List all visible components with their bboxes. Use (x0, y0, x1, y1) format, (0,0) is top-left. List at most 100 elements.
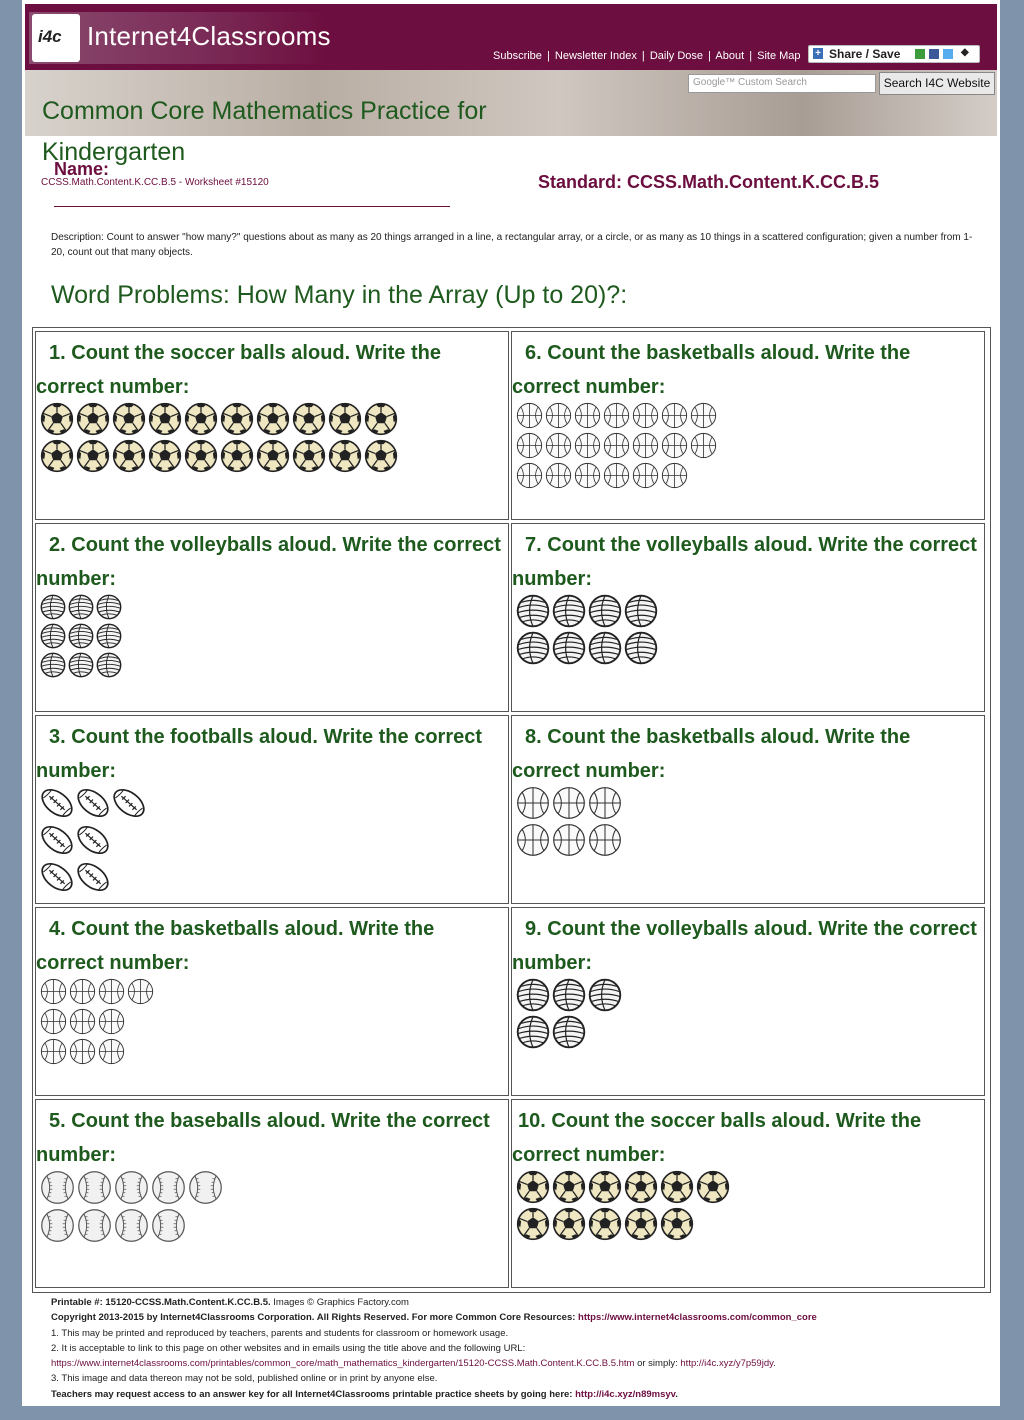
nav-link-subscribe[interactable]: Subscribe (493, 50, 542, 62)
ball-row (40, 1208, 225, 1246)
ball-row (40, 623, 124, 652)
basketball-ball-icon (603, 432, 630, 459)
ball-array (516, 978, 624, 1052)
basketball-ball-icon (603, 402, 630, 429)
soccer-ball-icon (624, 1170, 658, 1204)
volleyball-ball-icon (40, 594, 66, 620)
short-url-link[interactable]: http://i4c.xyz/y7p59jdy (680, 1358, 773, 1369)
basketball-ball-icon (516, 402, 543, 429)
footer-note-3: 3. This image and data thereon may not b… (51, 1373, 438, 1385)
i4c-logo-icon: i4c (32, 14, 80, 62)
nav-separator: | (546, 50, 550, 62)
soccer-ball-icon (256, 439, 290, 473)
soccer-ball-icon (184, 439, 218, 473)
soccer-ball-icon (40, 439, 74, 473)
basketball-ball-icon (574, 462, 601, 489)
volleyball-ball-icon (96, 594, 122, 620)
ball-array (516, 594, 660, 668)
nav-separator: | (708, 50, 711, 62)
nav-link-about[interactable]: About (715, 50, 744, 62)
ball-row (40, 439, 400, 476)
ball-array (40, 786, 148, 897)
ball-row (516, 462, 719, 492)
football-ball-icon (41, 825, 73, 855)
question-cell-7: 7. Count the volleyballs aloud. Write th… (511, 523, 985, 712)
nav-separator: | (641, 50, 645, 62)
page-url-link[interactable]: https://www.internet4classrooms.com/prin… (51, 1358, 634, 1369)
soccer-ball-icon (552, 1207, 586, 1241)
search-input[interactable]: Google™ Custom Search (688, 74, 876, 93)
common-core-link[interactable]: https://www.internet4classrooms.com/comm… (578, 1312, 817, 1323)
nav-link-newsletter-index[interactable]: Newsletter Index (555, 50, 637, 62)
basketball-ball-icon (69, 1038, 96, 1065)
soccer-ball-icon (588, 1207, 622, 1241)
ball-row (40, 786, 148, 823)
volleyball-ball-icon (516, 978, 550, 1012)
ball-row (516, 402, 719, 432)
basketball-ball-icon (545, 462, 572, 489)
nav-link-daily-dose[interactable]: Daily Dose (650, 50, 703, 62)
basketball-ball-icon (661, 432, 688, 459)
football-ball-icon (41, 788, 73, 818)
answer-key-link[interactable]: http://i4c.xyz/n89msyv (575, 1389, 675, 1400)
volleyball-ball-icon (516, 594, 550, 628)
basketball-ball-icon (516, 432, 543, 459)
soccer-ball-icon (184, 402, 218, 436)
volleyball-ball-icon (552, 594, 586, 628)
question-text: 2. Count the volleyballs aloud. Write th… (36, 534, 501, 590)
share-save-button[interactable]: + Share / Save ◆ (808, 45, 980, 63)
ball-row (516, 823, 624, 860)
worksheet-code: CCSS.Math.Content.K.CC.B.5 - Worksheet #… (41, 177, 269, 188)
share-dropdown-icon: ◆ (961, 47, 969, 58)
ball-array (516, 1170, 732, 1244)
basketball-ball-icon (574, 432, 601, 459)
search-button[interactable]: Search I4C Website (879, 72, 995, 95)
baseball-ball-icon (115, 1171, 148, 1204)
ball-row (40, 1170, 225, 1208)
question-cell-4: 4. Count the basketballs aloud. Write th… (35, 907, 509, 1096)
volleyball-ball-icon (552, 631, 586, 665)
logo-mark-text: i4c (38, 27, 62, 46)
question-text: 7. Count the volleyballs aloud. Write th… (512, 534, 977, 590)
basketball-ball-icon (632, 432, 659, 459)
question-cell-1: 1. Count the soccer balls aloud. Write t… (35, 331, 509, 520)
ball-array (40, 1170, 225, 1246)
site-header: i4c Internet4Classrooms Subscribe | News… (25, 4, 997, 70)
soccer-ball-icon (660, 1207, 694, 1241)
volleyball-ball-icon (40, 652, 66, 678)
basketball-ball-icon (40, 1008, 67, 1035)
soccer-ball-icon (328, 402, 362, 436)
basketball-ball-icon (40, 1038, 67, 1065)
volleyball-ball-icon (588, 594, 622, 628)
question-text: 5. Count the baseballs aloud. Write the … (36, 1110, 490, 1166)
question-text: 9. Count the volleyballs aloud. Write th… (512, 918, 977, 974)
basketball-ball-icon (603, 462, 630, 489)
question-cell-9: 9. Count the volleyballs aloud. Write th… (511, 907, 985, 1096)
question-cell-3: 3. Count the footballs aloud. Write the … (35, 715, 509, 904)
question-cell-6: 6. Count the basketballs aloud. Write th… (511, 331, 985, 520)
football-ball-icon (113, 788, 145, 818)
football-ball-icon (77, 862, 109, 892)
soccer-ball-icon (588, 1170, 622, 1204)
basketball-ball-icon (632, 462, 659, 489)
volleyball-ball-icon (516, 1015, 550, 1049)
nav-link-site-map[interactable]: Site Map (757, 50, 800, 62)
ball-array (40, 402, 400, 476)
footer-note-2: 2. It is acceptable to link to this page… (51, 1342, 526, 1354)
question-text: 4. Count the basketballs aloud. Write th… (36, 918, 435, 974)
soccer-ball-icon (328, 439, 362, 473)
ball-row (40, 402, 400, 439)
nav-separator: | (749, 50, 753, 62)
name-line (54, 206, 450, 207)
ball-array (40, 978, 156, 1068)
basketball-ball-icon (69, 1008, 96, 1035)
soccer-ball-icon (624, 1207, 658, 1241)
ball-row (516, 1015, 624, 1052)
basketball-ball-icon (127, 978, 154, 1005)
volleyball-ball-icon (96, 623, 122, 649)
ball-row (40, 978, 156, 1008)
volleyball-ball-icon (588, 978, 622, 1012)
standard-label: Standard: CCSS.Math.Content.K.CC.B.5 (538, 172, 880, 192)
site-logo[interactable]: i4c Internet4Classrooms (29, 12, 331, 64)
footer: Printable #: 15120-CCSS.Math.Content.K.C… (51, 1295, 986, 1402)
